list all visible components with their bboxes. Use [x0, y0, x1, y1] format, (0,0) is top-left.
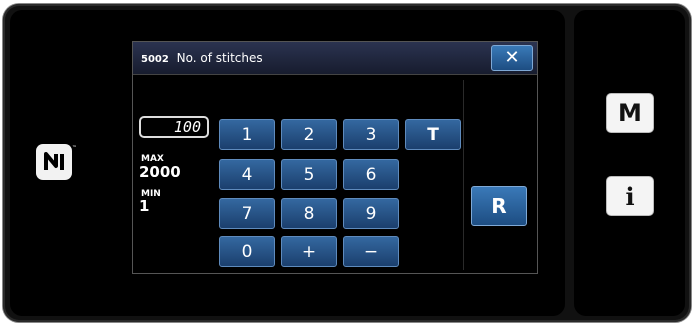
dialog-code: 5002: [141, 54, 169, 65]
svg-text:™: ™: [72, 145, 76, 151]
close-icon: ✕: [504, 47, 520, 68]
stitch-count-dialog: 5002 No. of stitches ✕ 100 MAX 2000 MIN …: [132, 41, 538, 274]
reset-button[interactable]: R: [471, 186, 527, 226]
nfc-icon: ™: [36, 144, 76, 180]
key-8[interactable]: 8: [281, 198, 337, 229]
dialog-title-bar: 5002 No. of stitches ✕: [133, 42, 537, 75]
info-button[interactable]: i: [606, 176, 654, 216]
key-plus[interactable]: +: [281, 236, 337, 267]
close-button[interactable]: ✕: [491, 45, 533, 71]
stitch-value-display: 100: [139, 116, 209, 138]
key-4[interactable]: 4: [219, 159, 275, 190]
dialog-title-text: No. of stitches: [176, 51, 263, 65]
key-3[interactable]: 3: [343, 119, 399, 150]
key-9[interactable]: 9: [343, 198, 399, 229]
key-2[interactable]: 2: [281, 119, 337, 150]
side-screen: [574, 10, 685, 316]
key-1[interactable]: 1: [219, 119, 275, 150]
dialog-title: 5002 No. of stitches: [141, 51, 263, 65]
key-minus[interactable]: −: [343, 236, 399, 267]
key-teach[interactable]: T: [405, 119, 461, 150]
min-value: 1: [139, 197, 150, 215]
key-7[interactable]: 7: [219, 198, 275, 229]
key-5[interactable]: 5: [281, 159, 337, 190]
key-0[interactable]: 0: [219, 236, 275, 267]
dialog-divider: [463, 80, 464, 270]
mode-button[interactable]: M: [606, 93, 654, 133]
key-6[interactable]: 6: [343, 159, 399, 190]
max-value: 2000: [139, 163, 181, 181]
